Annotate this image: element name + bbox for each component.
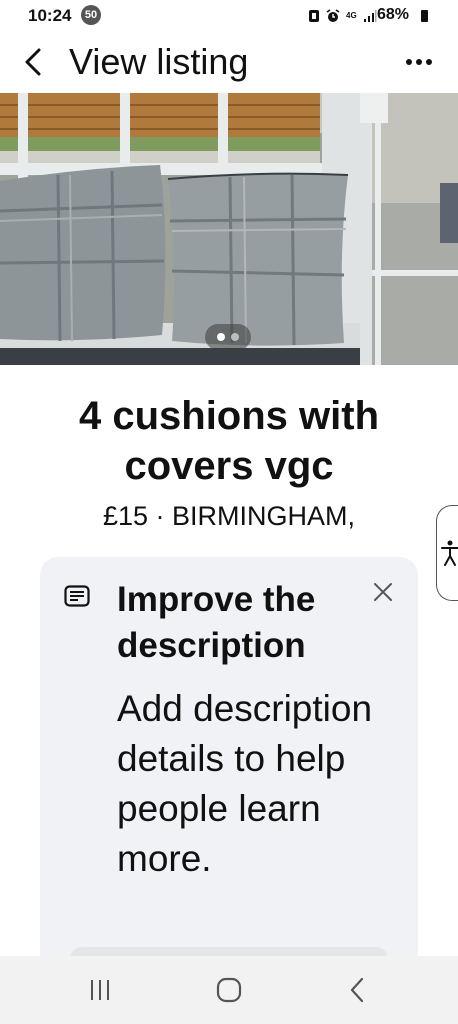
home-icon: [216, 977, 242, 1003]
battery-percentage: 68%: [377, 6, 410, 23]
description-icon: [64, 585, 90, 607]
network-type-icon: 4G: [346, 11, 357, 20]
battery-icon: [421, 10, 428, 22]
back-button[interactable]: [18, 44, 50, 80]
signal-icon: [363, 10, 377, 22]
home-button[interactable]: [199, 970, 259, 1010]
carousel-dot: [231, 333, 239, 341]
recent-apps-button[interactable]: [70, 970, 130, 1010]
accessibility-icon: [441, 540, 458, 566]
improve-description-card: Improve the description Add description …: [40, 557, 418, 977]
card-title: Improve the description: [117, 580, 316, 665]
status-time: 10:24: [28, 6, 72, 25]
accessibility-tab[interactable]: [436, 505, 458, 601]
status-icons: 4G: [308, 8, 377, 24]
chevron-left-icon: [25, 48, 41, 76]
header: View listing: [0, 32, 458, 92]
notification-count-badge: 50: [81, 5, 101, 25]
alarm-icon: [326, 9, 340, 22]
more-horizontal-icon: [406, 59, 432, 65]
nfc-icon: [309, 10, 319, 22]
system-nav-bar: [0, 956, 458, 1024]
recent-apps-icon: [91, 980, 109, 1000]
nav-back-button[interactable]: [327, 970, 387, 1010]
carousel-dot-active: [217, 333, 225, 341]
listing-photo[interactable]: [0, 93, 458, 365]
close-icon: [374, 583, 392, 601]
status-bar: 10:24 50 4G 68%: [0, 0, 458, 32]
page-title: View listing: [69, 41, 249, 82]
listing-price-location: £15 · BIRMINGHAM,: [102, 501, 356, 531]
card-close-button[interactable]: [372, 581, 394, 603]
listing-title: 4 cushions with covers vgc: [78, 394, 380, 488]
more-options-button[interactable]: [401, 50, 437, 74]
card-body-text: Add description details to help people l…: [117, 688, 373, 879]
carousel-indicator[interactable]: [205, 324, 251, 350]
back-icon: [350, 977, 364, 1003]
